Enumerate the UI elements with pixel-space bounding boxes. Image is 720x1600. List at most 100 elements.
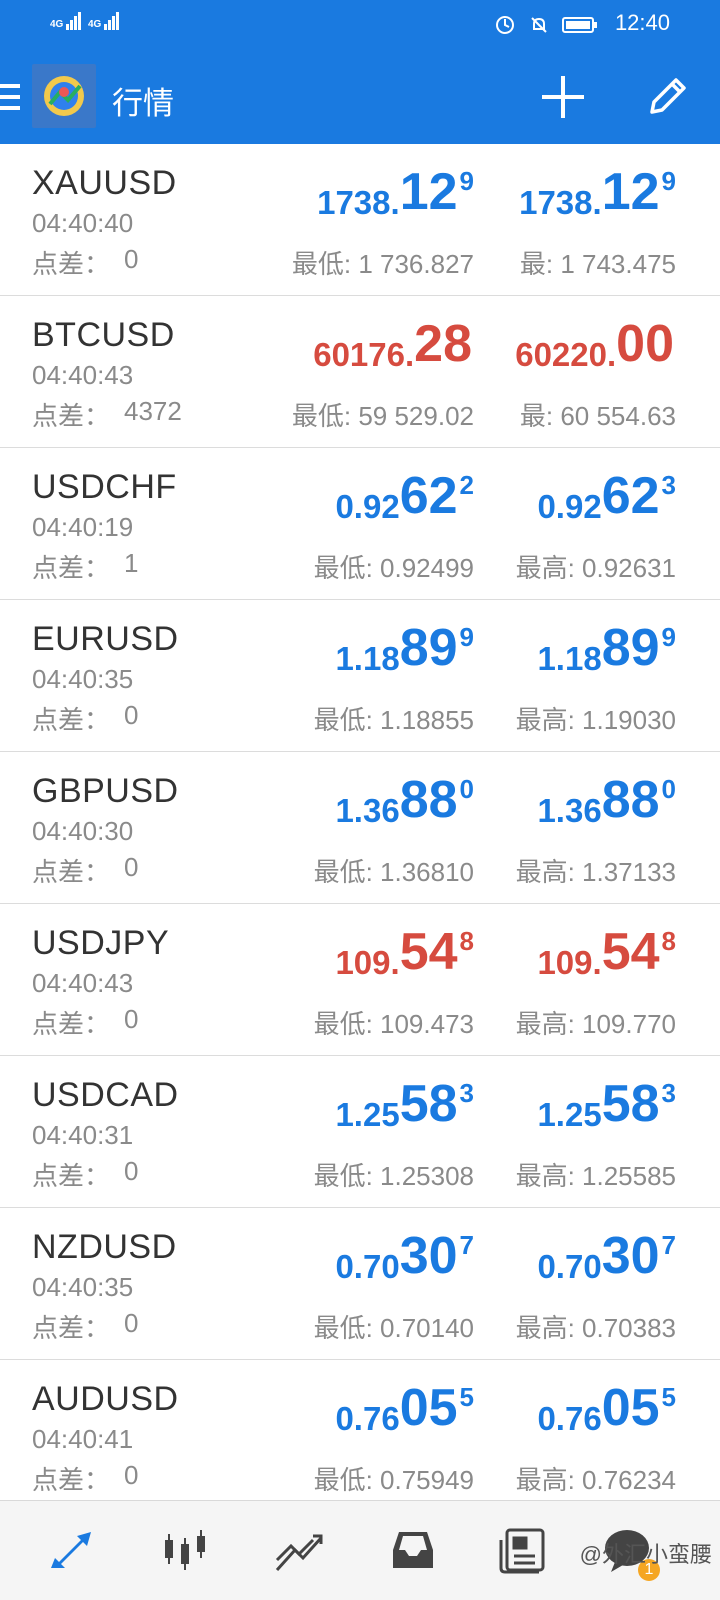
bid-price-sup: 0 bbox=[459, 774, 474, 804]
bid-price-sup: 2 bbox=[459, 470, 474, 500]
ask-price-small: 0.92 bbox=[537, 488, 602, 525]
bottom-nav: 1 @外汇小蛮腰 bbox=[0, 1500, 720, 1600]
quote-symbol: XAUUSD bbox=[32, 164, 177, 202]
spread-value: 1 bbox=[124, 548, 139, 578]
ask-price-sup: 3 bbox=[661, 470, 676, 500]
ask-price: 1.18 89 9 bbox=[537, 622, 676, 678]
low-price: 最低: 1.18855 bbox=[313, 705, 474, 735]
bid-price: 109. 54 8 bbox=[335, 926, 474, 982]
spread-value: 4372 bbox=[124, 396, 182, 426]
quote-row[interactable]: BTCUSD 04:40:43 点差： 4372 60176. 28 60220… bbox=[0, 296, 720, 448]
quote-time: 04:40:43 bbox=[32, 360, 134, 390]
bid-price-big: 58 bbox=[399, 1075, 458, 1133]
ask-price-small: 1.25 bbox=[537, 1096, 602, 1133]
ask-price-big: 62 bbox=[601, 467, 660, 525]
ask-price-sup: 0 bbox=[661, 774, 676, 804]
menu-icon[interactable] bbox=[0, 80, 22, 120]
ask-price-big: 58 bbox=[601, 1075, 660, 1133]
spread-label: 点差： bbox=[32, 401, 111, 431]
quote-time: 04:40:19 bbox=[32, 512, 134, 542]
bid-price: 60176. 28 bbox=[313, 318, 474, 374]
bid-price-sup: 8 bbox=[459, 926, 474, 956]
bid-price-big: 54 bbox=[399, 923, 458, 981]
spread-value: 0 bbox=[124, 1156, 139, 1186]
quote-time: 04:40:35 bbox=[32, 664, 134, 694]
quote-time: 04:40:30 bbox=[32, 816, 134, 846]
spread-value: 0 bbox=[124, 852, 139, 882]
bid-price: 1.25 58 3 bbox=[335, 1078, 474, 1134]
ask-price: 1.25 58 3 bbox=[537, 1078, 676, 1134]
high-price: 最高: 109.770 bbox=[515, 1009, 676, 1039]
bid-price-big: 89 bbox=[399, 619, 458, 677]
ask-price: 0.76 05 5 bbox=[537, 1382, 676, 1438]
ask-price: 109. 54 8 bbox=[537, 926, 676, 982]
bid-price-small: 0.76 bbox=[335, 1400, 400, 1437]
quote-row[interactable]: XAUUSD 04:40:40 点差： 0 1738. 12 9 1738. 1… bbox=[0, 144, 720, 296]
signal-icon: 4G bbox=[50, 12, 82, 30]
quotes-list[interactable]: XAUUSD 04:40:40 点差： 0 1738. 12 9 1738. 1… bbox=[0, 144, 720, 1500]
mute-bell-icon bbox=[528, 14, 550, 36]
low-price: 最低: 59 529.02 bbox=[291, 401, 474, 431]
quote-row[interactable]: EURUSD 04:40:35 点差： 0 1.18 89 9 1.18 89 … bbox=[0, 600, 720, 752]
high-price: 最: 60 554.63 bbox=[519, 401, 676, 431]
quote-symbol: GBPUSD bbox=[32, 772, 179, 810]
spread-label: 点差： bbox=[32, 1161, 111, 1191]
ask-price-big: 54 bbox=[601, 923, 660, 981]
ask-price-sup: 8 bbox=[661, 926, 676, 956]
bid-price-big: 05 bbox=[399, 1379, 458, 1437]
ask-price-small: 0.76 bbox=[537, 1400, 602, 1437]
ask-price-sup: 3 bbox=[661, 1078, 676, 1108]
status-time: 12:40 bbox=[614, 10, 670, 35]
ask-price-sup: 9 bbox=[661, 166, 676, 196]
spread-label: 点差： bbox=[32, 553, 111, 583]
low-price: 最低: 0.75949 bbox=[313, 1465, 474, 1495]
bid-price-big: 88 bbox=[399, 771, 458, 829]
quote-symbol: BTCUSD bbox=[32, 316, 175, 354]
quote-symbol: EURUSD bbox=[32, 620, 179, 658]
low-price: 最低: 109.473 bbox=[313, 1009, 474, 1039]
bid-price: 1738. 12 9 bbox=[317, 166, 474, 222]
quotes-arrows-icon[interactable] bbox=[44, 1523, 98, 1577]
high-price: 最高: 0.92631 bbox=[515, 553, 676, 583]
ask-price: 1.36 88 0 bbox=[537, 774, 676, 830]
bid-price-sup: 9 bbox=[459, 622, 474, 652]
battery-icon bbox=[562, 14, 598, 36]
bid-price-small: 0.92 bbox=[335, 488, 400, 525]
news-icon[interactable] bbox=[496, 1523, 550, 1577]
trade-line-icon[interactable] bbox=[272, 1523, 326, 1577]
chart-candles-icon[interactable] bbox=[158, 1523, 212, 1577]
bid-price-small: 60176. bbox=[313, 336, 415, 373]
signal-label: 4G bbox=[50, 19, 64, 30]
data-saver-icon bbox=[494, 14, 516, 36]
low-price: 最低: 0.92499 bbox=[313, 553, 474, 583]
ask-price-small: 1738. bbox=[519, 184, 602, 221]
bid-price-small: 109. bbox=[335, 944, 400, 981]
spread-value: 0 bbox=[124, 1460, 139, 1490]
quote-row[interactable]: USDCHF 04:40:19 点差： 1 0.92 62 2 0.92 62 … bbox=[0, 448, 720, 600]
add-icon[interactable] bbox=[540, 74, 586, 120]
quote-row[interactable]: AUDUSD 04:40:41 点差： 0 0.76 05 5 0.76 05 … bbox=[0, 1360, 720, 1500]
quote-row[interactable]: NZDUSD 04:40:35 点差： 0 0.70 30 7 0.70 30 … bbox=[0, 1208, 720, 1360]
bid-price-small: 1.18 bbox=[335, 640, 400, 677]
high-price: 最高: 0.76234 bbox=[515, 1465, 676, 1495]
signal-label: 4G bbox=[88, 19, 102, 30]
quote-row[interactable]: USDCAD 04:40:31 点差： 0 1.25 58 3 1.25 58 … bbox=[0, 1056, 720, 1208]
quote-row[interactable]: USDJPY 04:40:43 点差： 0 109. 54 8 109. 54 … bbox=[0, 904, 720, 1056]
edit-pencil-icon[interactable] bbox=[644, 72, 692, 120]
history-inbox-icon[interactable] bbox=[386, 1523, 440, 1577]
spread-label: 点差： bbox=[32, 249, 111, 279]
ask-price-big: 00 bbox=[616, 315, 674, 373]
top-bar: 4G 4G 12:40 行情 bbox=[0, 0, 720, 144]
ask-price-sup: 9 bbox=[661, 622, 676, 652]
bid-price-big: 62 bbox=[399, 467, 458, 525]
quote-row[interactable]: GBPUSD 04:40:30 点差： 0 1.36 88 0 1.36 88 … bbox=[0, 752, 720, 904]
ask-price-small: 1.36 bbox=[537, 792, 602, 829]
high-price: 最: 1 743.475 bbox=[519, 249, 676, 279]
spread-value: 0 bbox=[124, 1004, 139, 1034]
ask-price-big: 12 bbox=[601, 163, 660, 221]
ask-price-sup: 5 bbox=[661, 1382, 676, 1412]
quote-symbol: USDCAD bbox=[32, 1076, 179, 1114]
ask-price-big: 88 bbox=[601, 771, 660, 829]
bid-price: 0.76 05 5 bbox=[335, 1382, 474, 1438]
bid-price-sup: 9 bbox=[459, 166, 474, 196]
